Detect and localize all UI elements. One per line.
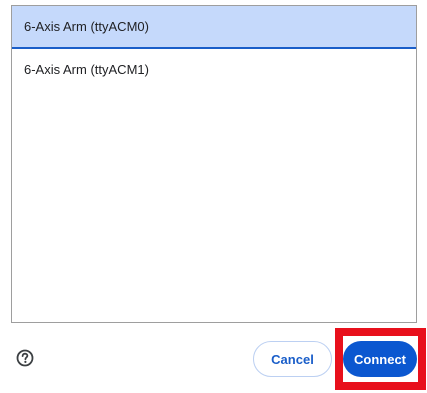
cancel-button[interactable]: Cancel <box>253 341 332 377</box>
list-item-ttyacm1[interactable]: 6-Axis Arm (ttyACM1) <box>12 49 416 89</box>
connect-button[interactable]: Connect <box>343 341 417 377</box>
device-list: 6-Axis Arm (ttyACM0) 6-Axis Arm (ttyACM1… <box>11 5 417 323</box>
list-item-ttyacm0[interactable]: 6-Axis Arm (ttyACM0) <box>12 6 416 49</box>
list-item-label: 6-Axis Arm (ttyACM0) <box>24 19 149 34</box>
dialog-footer: Cancel Connect <box>0 328 427 393</box>
list-item-label: 6-Axis Arm (ttyACM1) <box>24 61 149 77</box>
question-circle-icon[interactable] <box>15 348 35 368</box>
